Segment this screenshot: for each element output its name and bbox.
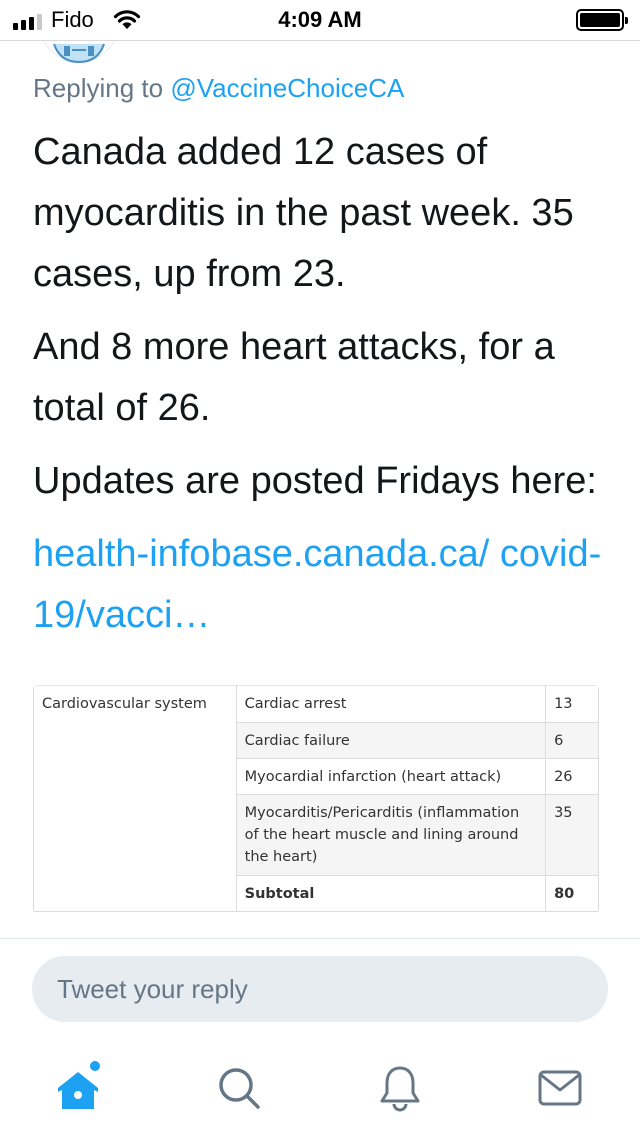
table-cell-reaction: Myocardial infarction (heart attack) [235, 758, 547, 795]
bell-icon [380, 1066, 420, 1112]
tweet-text: Canada added 12 cases of myocarditis in … [33, 122, 623, 658]
table-cell-count: 35 [545, 794, 599, 876]
table-cell-subtotal-count: 80 [545, 875, 599, 912]
tab-home[interactable] [50, 1060, 106, 1116]
section-divider [0, 938, 640, 939]
table-cell-reaction: Cardiac failure [235, 722, 547, 759]
tab-messages[interactable] [532, 1060, 588, 1116]
tweet-paragraph: Updates are posted Fridays here: [33, 460, 597, 502]
table-cell-count: 13 [545, 685, 599, 723]
adverse-events-table: Cardiovascular system Cardiac arrest 13 … [33, 685, 599, 912]
table-cell-count: 6 [545, 722, 599, 759]
replying-to: Replying to @VaccineChoiceCA [33, 73, 404, 104]
battery-icon [576, 9, 628, 31]
tab-search[interactable] [210, 1060, 266, 1116]
tab-notifications[interactable] [372, 1060, 428, 1116]
replying-handle-link[interactable]: @VaccineChoiceCA [170, 73, 404, 103]
table-cell-count: 26 [545, 758, 599, 795]
table-cell-subtotal-label: Subtotal [235, 875, 547, 912]
tweet-paragraph: Canada added 12 cases of myocarditis in … [33, 131, 574, 295]
tab-bar [0, 1040, 640, 1136]
search-icon [219, 1068, 260, 1109]
status-bar: Fido 4:09 AM [0, 0, 640, 40]
table-cell-reaction: Cardiac arrest [235, 685, 547, 723]
replying-prefix: Replying to [33, 73, 164, 103]
table-cell-reaction: Myocarditis/Pericarditis (inflammation o… [235, 794, 547, 876]
home-icon [58, 1061, 100, 1109]
tweet-paragraph: And 8 more heart attacks, for a total of… [33, 326, 555, 429]
status-time: 4:09 AM [278, 7, 362, 32]
status-divider [0, 40, 640, 41]
reply-input[interactable]: Tweet your reply [32, 956, 608, 1022]
tweet-media-image[interactable]: Cardiovascular system Cardiac arrest 13 … [33, 685, 599, 913]
tweet-link[interactable]: health-infobase.canada.ca/ covid-19/vacc… [33, 524, 623, 646]
mail-icon [538, 1070, 582, 1106]
table-cell-system: Cardiovascular system [33, 685, 237, 912]
